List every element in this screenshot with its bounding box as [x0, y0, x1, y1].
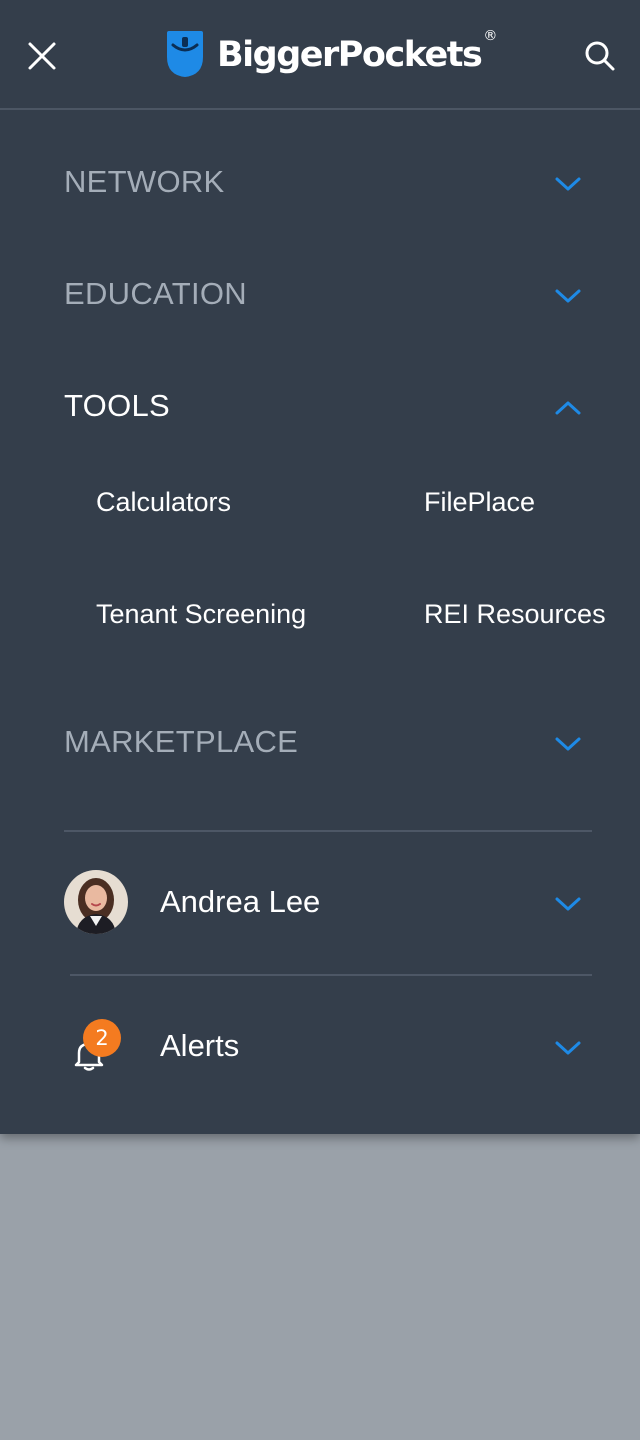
- registered-mark: ®: [483, 28, 498, 44]
- close-icon: [28, 42, 56, 70]
- menu-section-tools[interactable]: TOOLS: [0, 376, 640, 436]
- tools-item-calculators[interactable]: Calculators: [96, 485, 231, 519]
- tools-item-fileplace[interactable]: FilePlace: [424, 485, 535, 519]
- divider: [70, 974, 592, 976]
- section-label: EDUCATION: [64, 276, 247, 311]
- brand-name: BiggerPockets: [217, 34, 483, 75]
- section-label: MARKETPLACE: [64, 724, 299, 759]
- user-name: Andrea Lee: [160, 884, 321, 919]
- avatar[interactable]: [64, 870, 128, 934]
- page-overlay[interactable]: [0, 1134, 640, 1440]
- chevron-down-icon: [555, 1041, 581, 1055]
- nav-drawer: BiggerPockets ® NETWORK EDUCATION TOOLS …: [0, 0, 640, 1134]
- divider: [64, 830, 592, 832]
- alerts-count-badge: 2: [83, 1019, 121, 1057]
- alerts-label: Alerts: [160, 1028, 240, 1063]
- tools-item-tenant-screening[interactable]: Tenant Screening: [96, 597, 306, 631]
- section-label: TOOLS: [64, 388, 171, 423]
- avatar-image: [64, 870, 128, 934]
- pocket-logo-icon: [167, 31, 203, 77]
- menu-section-marketplace[interactable]: MARKETPLACE: [0, 712, 640, 772]
- tools-item-rei-resources[interactable]: REI Resources: [424, 597, 606, 631]
- chevron-down-icon: [555, 737, 581, 751]
- top-bar: BiggerPockets ®: [0, 0, 640, 110]
- chevron-down-icon: [555, 177, 581, 191]
- brand-logo[interactable]: BiggerPockets ®: [165, 28, 498, 80]
- menu-section-network[interactable]: NETWORK: [0, 152, 640, 212]
- close-button[interactable]: [22, 36, 62, 76]
- menu-section-education[interactable]: EDUCATION: [0, 264, 640, 324]
- chevron-down-icon: [555, 897, 581, 911]
- chevron-down-icon: [555, 289, 581, 303]
- search-icon: [585, 41, 615, 71]
- search-button[interactable]: [580, 36, 620, 76]
- section-label: NETWORK: [64, 164, 225, 199]
- chevron-up-icon: [555, 401, 581, 415]
